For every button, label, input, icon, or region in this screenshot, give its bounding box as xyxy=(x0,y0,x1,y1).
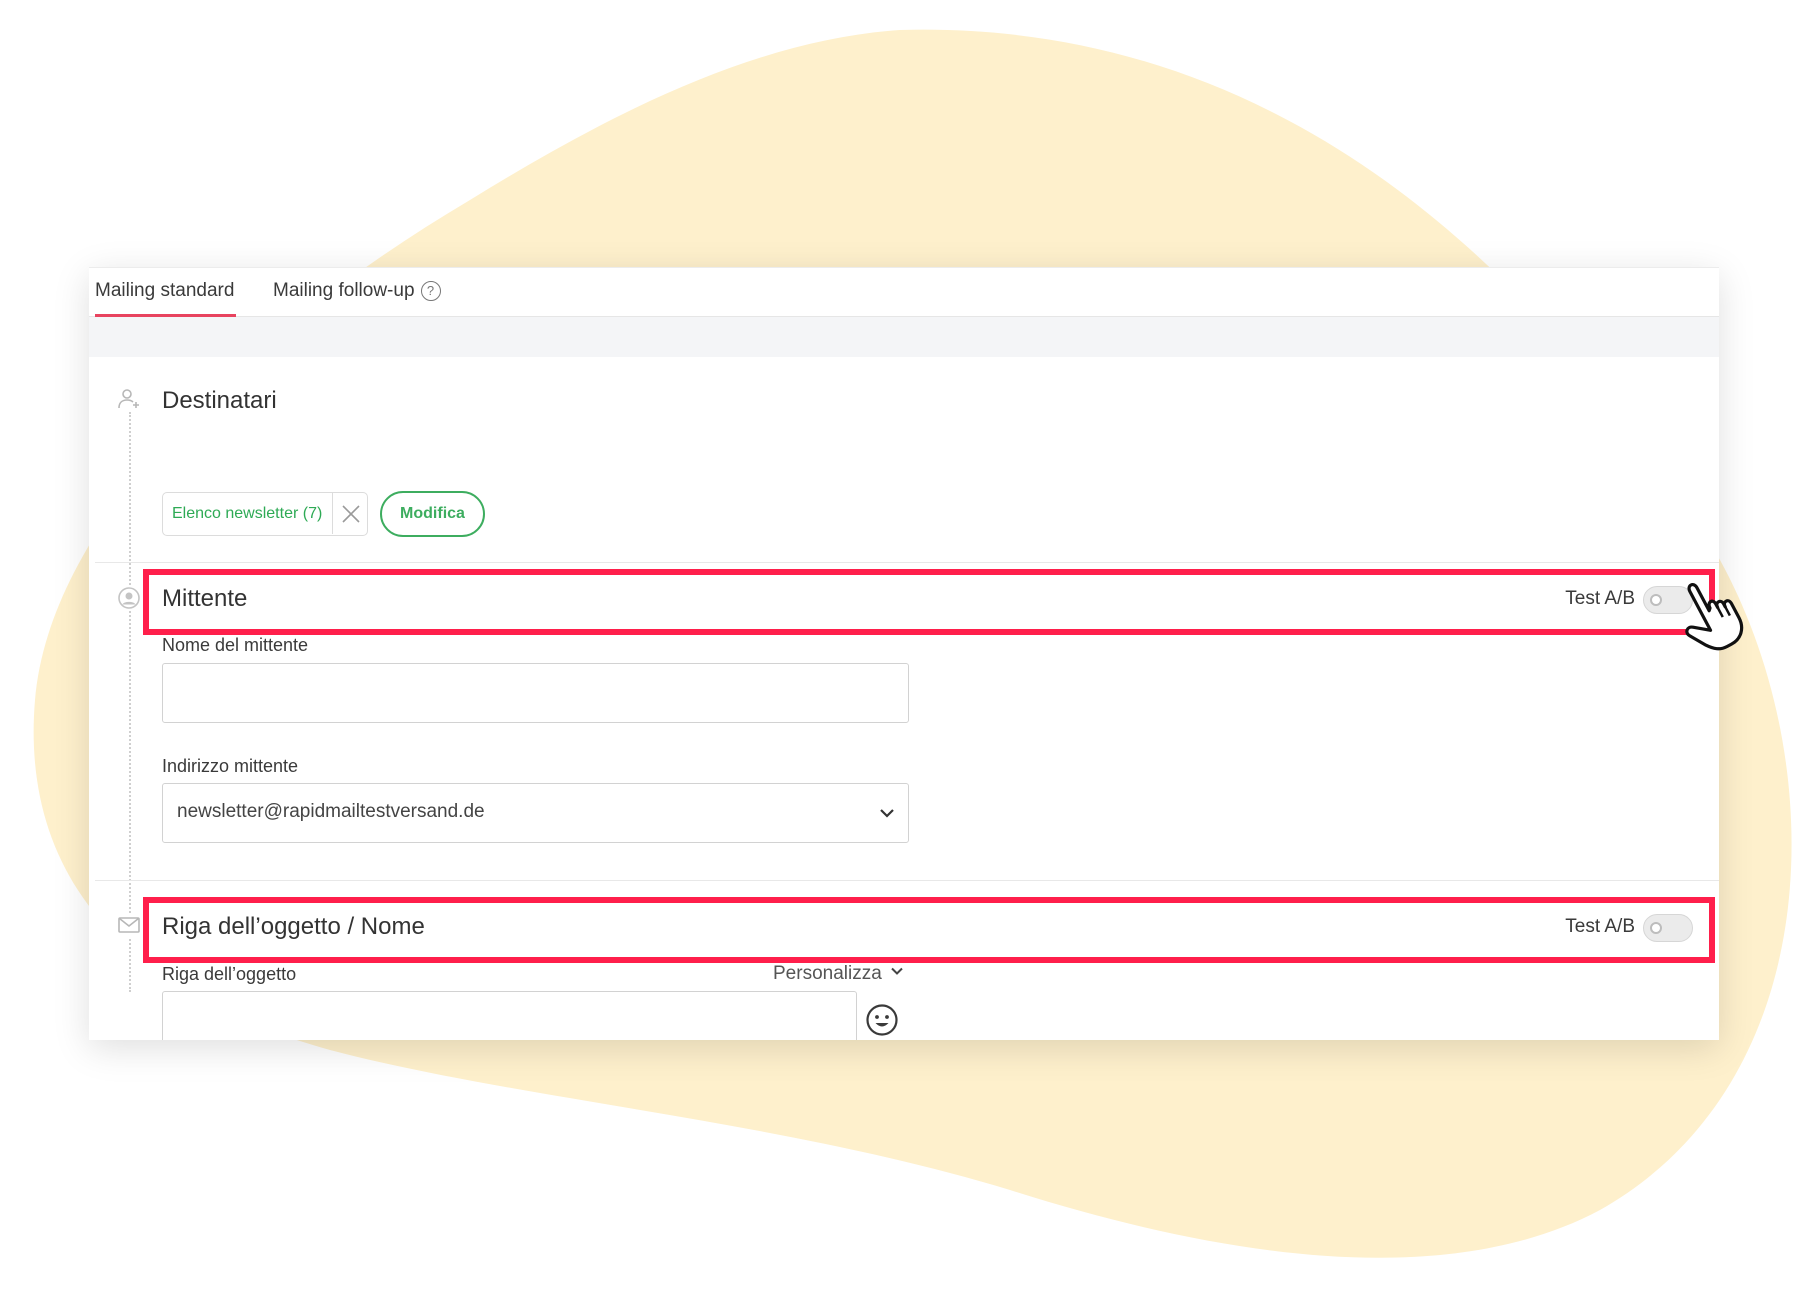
tab-mailing-follow-up-label: Mailing follow-up xyxy=(273,280,415,301)
hand-pointer-icon xyxy=(1685,583,1744,651)
user-plus-icon xyxy=(117,387,141,411)
subject-line-input[interactable] xyxy=(162,991,857,1040)
personalize-dropdown[interactable]: Personalizza xyxy=(773,963,904,985)
toggle-knob xyxy=(1650,594,1662,606)
sender-address-select[interactable]: newsletter@rapidmailtestversand.de xyxy=(162,783,909,843)
toggle-knob xyxy=(1650,922,1662,934)
section-divider xyxy=(95,880,1719,881)
form-content: Destinatari Elenco newsletter (7) Modifi… xyxy=(95,357,1719,1040)
newsletter-list-label: Elenco newsletter (7) xyxy=(172,505,323,522)
sender-address-value: newsletter@rapidmailtestversand.de xyxy=(177,801,485,822)
recipients-title: Destinatari xyxy=(162,387,277,414)
close-icon xyxy=(342,505,360,523)
sender-name-label: Nome del mittente xyxy=(162,635,309,655)
remove-list-button[interactable] xyxy=(332,493,367,534)
question-circle-icon[interactable]: ? xyxy=(420,281,441,301)
smiley-icon[interactable] xyxy=(865,1003,899,1037)
sender-address-label: Indirizzo mittente xyxy=(162,756,299,776)
content-gutter xyxy=(89,317,1719,357)
sender-ab-test-label: Test A/B xyxy=(1565,588,1635,609)
chevron-down-icon xyxy=(880,809,894,818)
subject-ab-test-toggle[interactable] xyxy=(1643,914,1693,942)
sender-header-highlight xyxy=(143,569,1715,635)
chevron-down-icon xyxy=(891,967,903,975)
tab-mailing-standard[interactable]: Mailing standard xyxy=(95,280,234,302)
modify-recipients-button[interactable]: Modifica xyxy=(380,491,485,537)
section-divider xyxy=(95,562,1719,563)
sender-name-input[interactable] xyxy=(162,663,909,723)
section-timeline xyxy=(129,412,131,992)
user-circle-icon xyxy=(117,586,141,610)
sender-title: Mittente xyxy=(162,585,248,612)
newsletter-list-chip: Elenco newsletter (7) xyxy=(162,492,368,536)
subject-title: Riga dell’oggetto / Nome xyxy=(162,913,425,940)
subject-ab-test-label: Test A/B xyxy=(1565,916,1635,937)
tab-mailing-follow-up[interactable]: Mailing follow-up? xyxy=(273,280,441,302)
envelope-icon xyxy=(117,913,141,937)
tab-bar: Mailing standard Mailing follow-up? xyxy=(89,267,1719,317)
personalize-label: Personalizza xyxy=(773,963,882,984)
subject-line-label: Riga dell’oggetto xyxy=(162,964,297,984)
campaign-settings-panel: Mailing standard Mailing follow-up? Dest… xyxy=(89,267,1719,1040)
